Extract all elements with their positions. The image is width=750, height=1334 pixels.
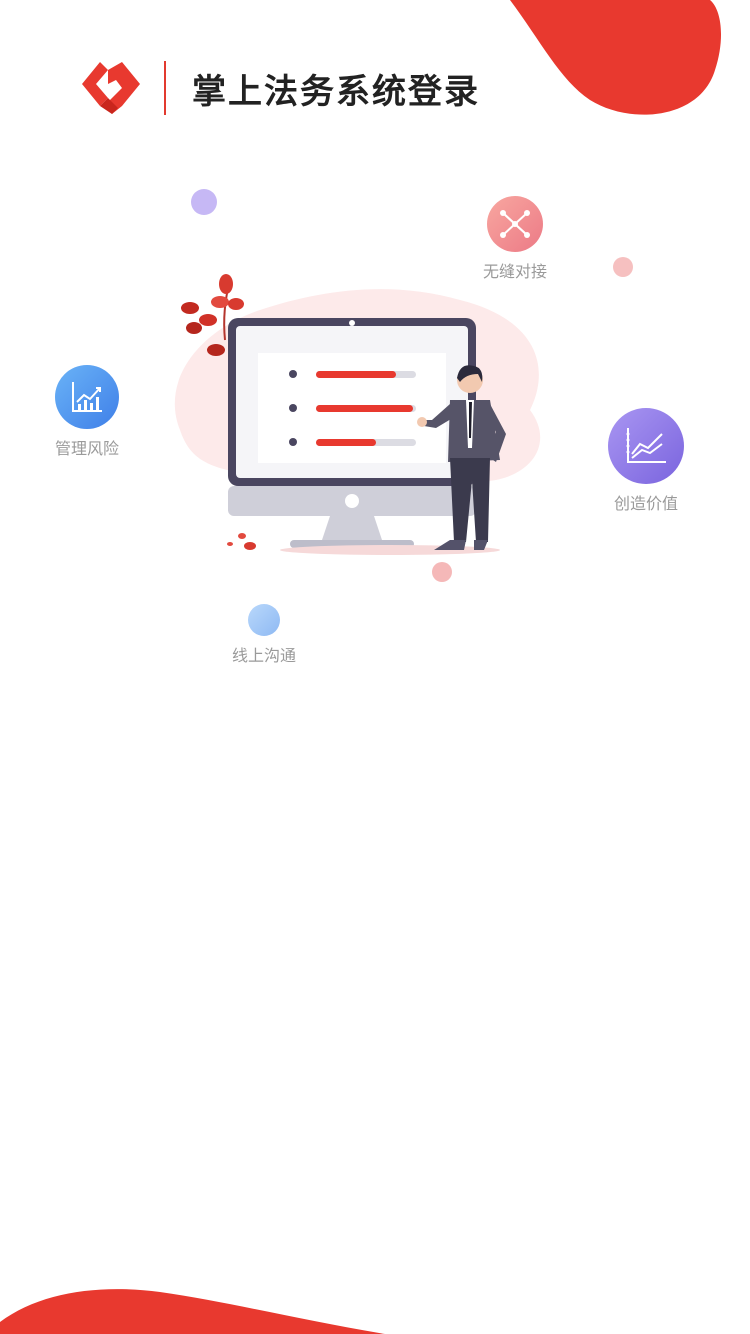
decor-dot-pink xyxy=(613,257,633,277)
progress-fill xyxy=(316,439,376,446)
hourglass-icon xyxy=(289,370,297,378)
feature-label: 创造价值 xyxy=(613,494,678,513)
feature-label: 管理风险 xyxy=(54,439,119,458)
speedometer-icon xyxy=(289,438,297,446)
hero-illustration xyxy=(174,274,541,555)
feature-value[interactable]: 创造价值 xyxy=(606,408,686,514)
feature-online-chat[interactable]: 线上沟通 xyxy=(228,604,300,666)
app-header: 掌上法务系统登录 xyxy=(78,58,480,118)
progress-fill xyxy=(316,405,413,412)
network-nodes-icon xyxy=(487,196,543,252)
header-divider xyxy=(164,61,166,115)
feature-label: 无缝对接 xyxy=(482,262,547,281)
bar-chart-icon xyxy=(55,365,119,429)
brand-logo-icon xyxy=(82,62,140,114)
decor-top-blob xyxy=(510,0,722,115)
feature-label: 线上沟通 xyxy=(231,646,296,665)
chat-dot-icon xyxy=(248,604,280,636)
feature-seamless[interactable]: 无缝对接 xyxy=(480,196,550,282)
rocket-icon xyxy=(289,404,297,412)
decor-bottom-wave xyxy=(0,1289,385,1334)
page-title: 掌上法务系统登录 xyxy=(192,71,480,112)
progress-fill xyxy=(316,371,396,378)
decor-dot-purple xyxy=(191,189,217,215)
line-chart-icon xyxy=(608,408,684,484)
feature-risk[interactable]: 管理风险 xyxy=(50,365,124,459)
